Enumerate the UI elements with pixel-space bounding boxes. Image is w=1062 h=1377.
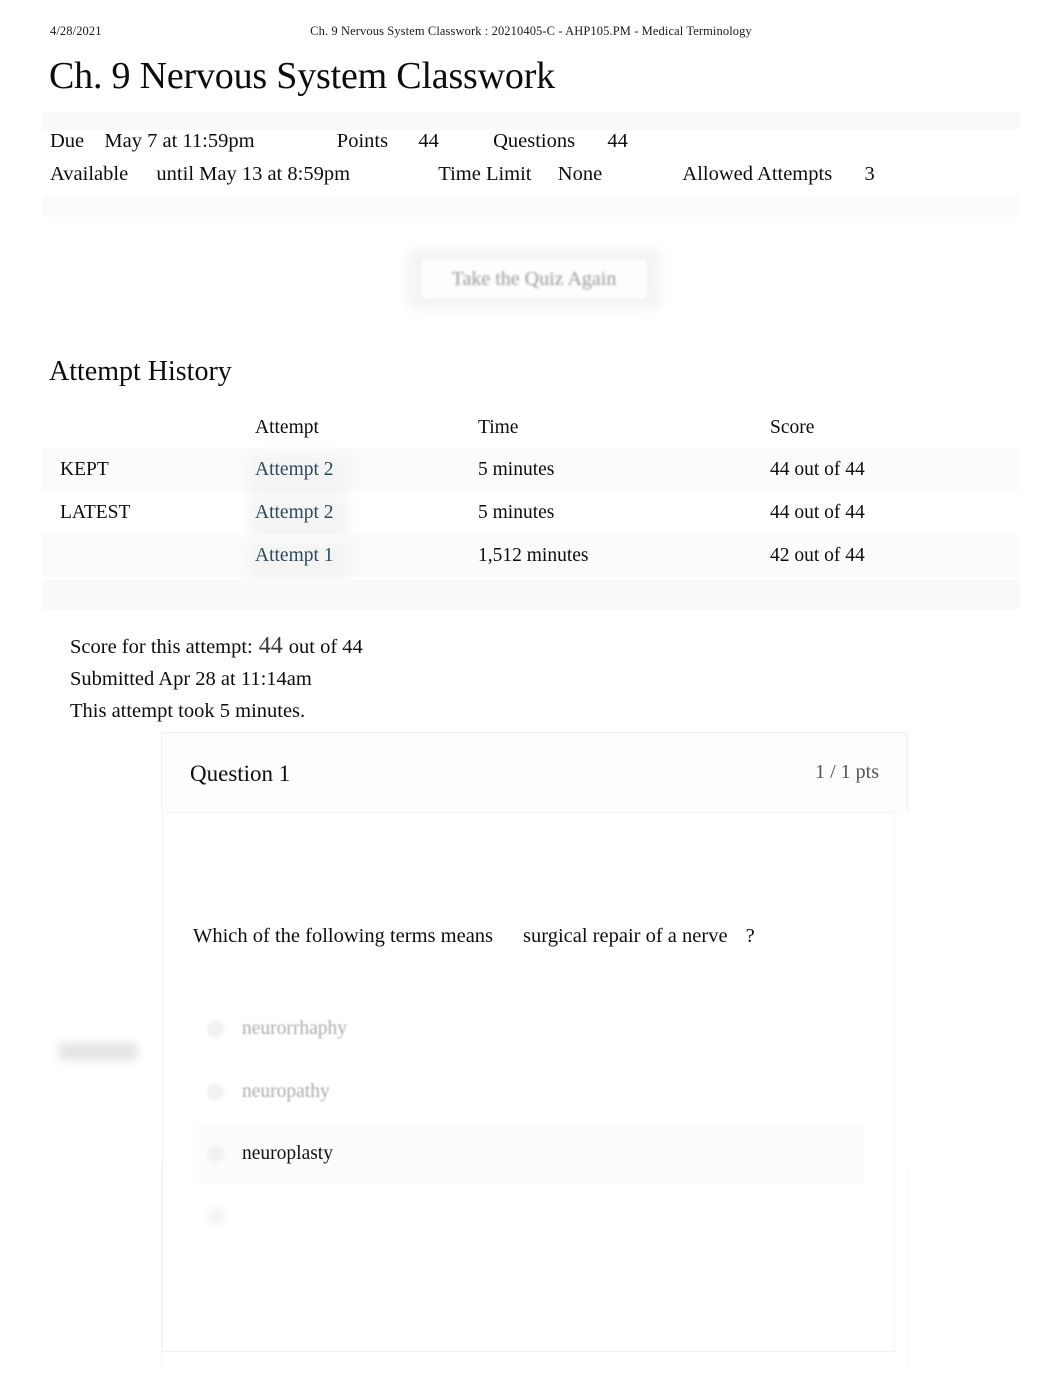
submitted-line: Submitted Apr 28 at 11:14am [70,668,312,690]
questions-label: Questions [493,130,576,152]
radio-button-icon[interactable] [207,1145,224,1162]
attempt-link[interactable]: Attempt 2 [255,502,334,524]
correct-answer-marker [59,1043,137,1060]
due-value: May 7 at 11:59pm [104,130,255,152]
radio-button-icon[interactable] [207,1083,224,1100]
page-title: Ch. 9 Nervous System Classwork [49,55,555,97]
allowed-attempts-label: Allowed Attempts [682,163,833,185]
attempt-link-label[interactable]: Attempt 1 [255,545,334,566]
take-quiz-again-container: Take the Quiz Again [406,248,662,310]
time-limit-value: None [557,163,603,185]
answer-list: neurorrhaphy neuropathy neuroplasty [193,998,865,1246]
header-band [42,112,1020,130]
question-text: Which of the following terms means surgic… [193,925,755,948]
attempt-score: 42 out of 44 [770,544,865,566]
take-quiz-again-button[interactable]: Take the Quiz Again [420,258,648,300]
quiz-meta-row-available: Available until May 13 at 8:59pm Time Li… [50,163,1022,186]
attempt-score: 44 out of 44 [770,458,865,480]
answer-option[interactable]: neurorrhaphy [193,998,865,1060]
meta-bottom-band [42,195,1020,217]
answer-option-selected[interactable]: neuroplasty [193,1122,865,1184]
points-label: Points [336,130,389,152]
score-summary: Score for this attempt: 44 out of 44 Submi… [70,630,363,727]
card-left-rail [161,1165,162,1370]
score-line: Score for this attempt: 44 out of 44 [70,630,363,663]
attempt-time: 1,512 minutes [478,544,589,566]
attempt-history-heading: Attempt History [49,356,232,387]
answer-option[interactable]: neuropathy [193,1060,865,1122]
question-text-part3: ? [745,925,755,947]
attempt-time: 5 minutes [478,458,555,480]
question-points: 1 / 1 pts [815,761,879,783]
print-header: 4/28/2021 Ch. 9 Nervous System Classwork… [0,24,1062,42]
question-card: Question 1 1 / 1 pts Which of the follow… [161,732,908,1352]
attempt-time: 5 minutes [478,501,555,523]
available-value: until May 13 at 8:59pm [156,163,351,185]
points-value: 44 [418,130,439,152]
table-header-row: Attempt Time Score [42,408,1020,448]
question-title: Question 1 [190,761,291,786]
card-right-rail [907,1165,908,1370]
attempt-link-label[interactable]: Attempt 2 [255,459,334,480]
questions-value: 44 [607,130,628,152]
question-text-part2: surgical repair of a nerve [523,925,728,947]
table-row: LATEST Attempt 2 5 minutes 44 out of 44 [42,491,1020,534]
due-label: Due [50,130,85,152]
quiz-meta-row-due: Due May 7 at 11:59pm Points 44 Questions… [50,130,1022,153]
table-bottom-band [42,580,1020,610]
attempt-link[interactable]: Attempt 1 [255,545,334,567]
answer-label [242,1205,305,1227]
quiz-results-page: 4/28/2021 Ch. 9 Nervous System Classwork… [0,0,1062,1377]
available-label: Available [50,163,129,185]
table-row: Attempt 1 1,512 minutes 42 out of 44 [42,534,1020,577]
column-header-attempt: Attempt [255,417,319,438]
radio-button-icon[interactable] [207,1207,224,1224]
answer-option[interactable] [193,1184,865,1246]
answer-label: neuropathy [242,1080,330,1102]
table-row: KEPT Attempt 2 5 minutes 44 out of 44 [42,448,1020,491]
question-body: Which of the following terms means surgic… [162,812,895,1352]
allowed-attempts-value: 3 [864,163,875,185]
duration-line: This attempt took 5 minutes. [70,700,306,722]
attempt-score: 44 out of 44 [770,501,865,523]
question-text-part1: Which of the following terms means [193,925,494,947]
score-out-of: out of 44 [288,636,363,658]
attempt-link-label[interactable]: Attempt 2 [255,502,334,523]
print-breadcrumb-title: Ch. 9 Nervous System Classwork : 2021040… [310,24,752,38]
column-header-time: Time [478,417,519,438]
time-limit-label: Time Limit [438,163,532,185]
score-value: 44 [258,633,283,659]
score-label: Score for this attempt: [70,636,253,658]
attempt-link[interactable]: Attempt 2 [255,459,334,481]
attempt-history-table: Attempt Time Score KEPT Attempt 2 5 minu… [42,408,1020,577]
attempt-status-kept: KEPT [60,458,109,480]
question-header: Question 1 1 / 1 pts [161,732,908,812]
answer-label: neurorrhaphy [242,1018,348,1039]
answer-label: neuroplasty [242,1142,333,1164]
attempt-status-latest: LATEST [60,501,131,523]
radio-button-icon[interactable] [207,1020,224,1038]
column-header-score: Score [770,417,815,438]
